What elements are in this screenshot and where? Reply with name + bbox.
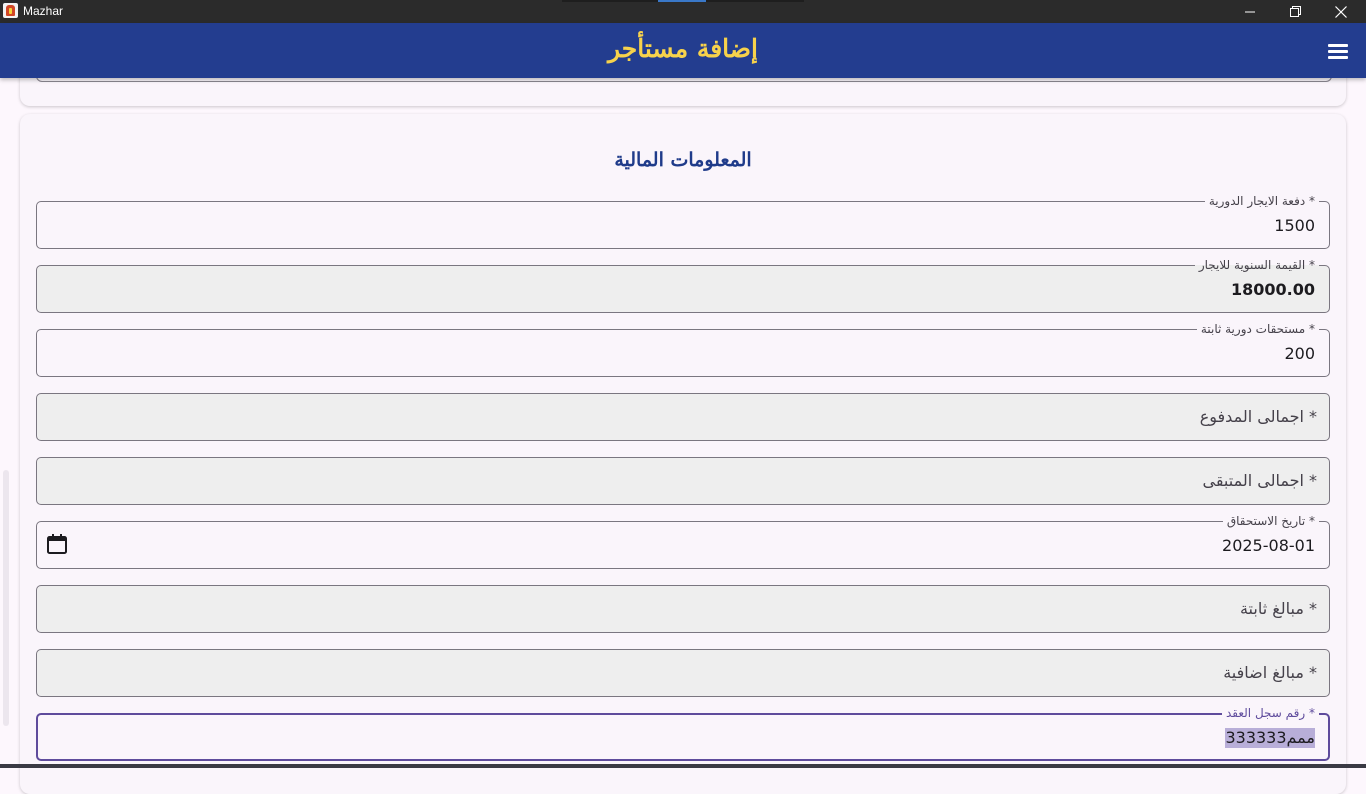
section-title: المعلومات المالية [614, 149, 752, 171]
restore-icon [1289, 6, 1301, 17]
fixed-dues-label: مستحقات دورية ثابتة * [1196, 321, 1319, 337]
restore-button[interactable] [1272, 0, 1318, 23]
contract-number-field[interactable]: رقم سجل العقد * 333333ممم [36, 705, 1330, 761]
extra-amounts-placeholder: مبالغ اضافية * [1223, 663, 1317, 682]
minimize-button[interactable] [1227, 0, 1273, 23]
due-date-label: تاريخ الاستحقاق * [1222, 513, 1319, 529]
fixed-dues-value: 200 [1284, 344, 1315, 363]
total-paid-placeholder: اجمالى المدفوع * [1199, 407, 1317, 426]
close-button[interactable] [1318, 0, 1364, 23]
due-date-value: 2025-08-01 [1222, 536, 1315, 555]
close-icon [1335, 5, 1347, 18]
taskbar-edge [0, 764, 1366, 768]
annual-rent-field: القيمة السنوية للايجار * 18000.00 [36, 257, 1330, 313]
app-logo-icon [3, 3, 18, 18]
contract-number-value: 333333ممم [1225, 728, 1315, 748]
menu-button[interactable] [1326, 40, 1350, 62]
window-titlebar: Mazhar [0, 0, 1366, 23]
window-title: Mazhar [23, 4, 64, 18]
periodic-rent-label: دفعة الايجار الدورية * [1204, 193, 1319, 209]
fixed-amounts-field[interactable]: مبالغ ثابتة * [36, 585, 1330, 633]
minimize-icon [1245, 11, 1255, 12]
scrollbar[interactable] [3, 470, 9, 726]
page-title: إضافة مستأجر [608, 34, 758, 63]
extra-amounts-field[interactable]: مبالغ اضافية * [36, 649, 1330, 697]
fixed-dues-field[interactable]: مستحقات دورية ثابتة * 200 [36, 321, 1330, 377]
fixed-amounts-placeholder: مبالغ ثابتة * [1239, 599, 1317, 618]
app-bar: إضافة مستأجر [0, 23, 1366, 78]
total-paid-field: اجمالى المدفوع * [36, 393, 1330, 441]
total-remaining-placeholder: اجمالى المتبقى * [1202, 471, 1317, 490]
total-remaining-field: اجمالى المتبقى * [36, 457, 1330, 505]
contract-number-label: رقم سجل العقد * [1221, 705, 1319, 721]
top-strip-accent [658, 0, 706, 2]
calendar-icon[interactable] [45, 532, 69, 556]
periodic-rent-value: 1500 [1274, 216, 1315, 235]
annual-rent-value: 18000.00 [1230, 280, 1315, 299]
due-date-field[interactable]: تاريخ الاستحقاق * 2025-08-01 [36, 513, 1330, 569]
annual-rent-label: القيمة السنوية للايجار * [1194, 257, 1319, 273]
periodic-rent-field[interactable]: دفعة الايجار الدورية * 1500 [36, 193, 1330, 249]
